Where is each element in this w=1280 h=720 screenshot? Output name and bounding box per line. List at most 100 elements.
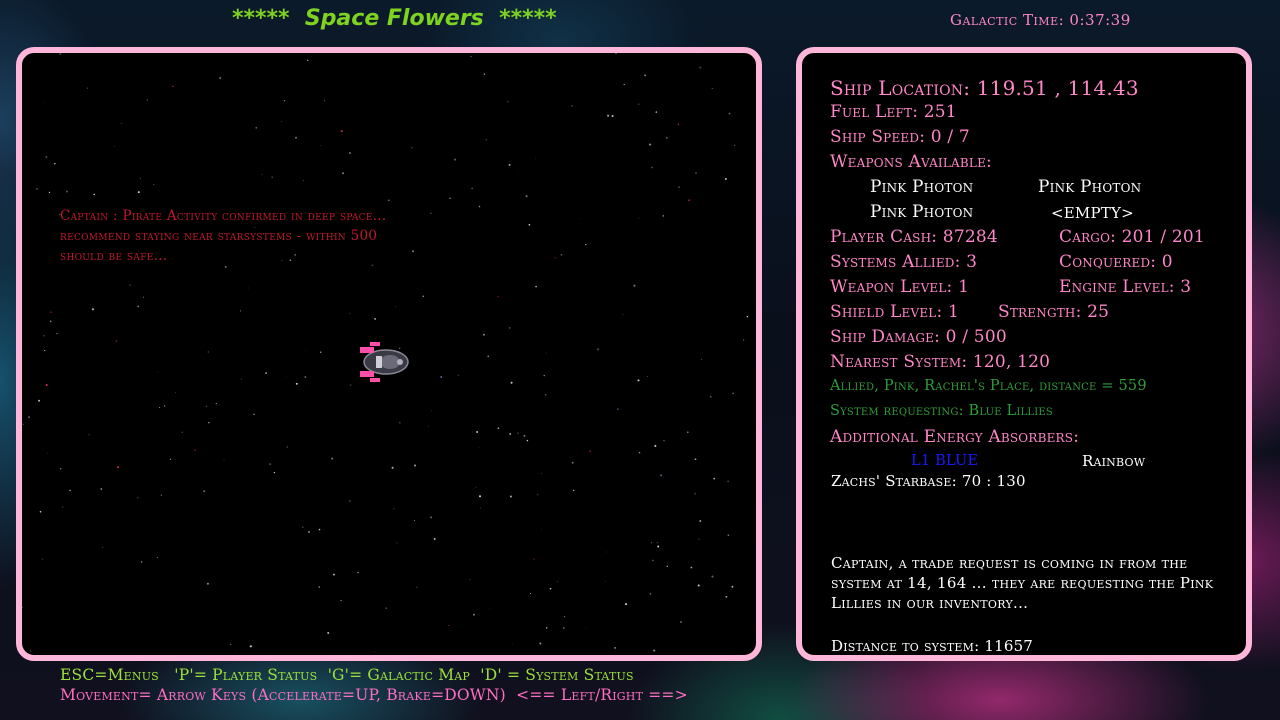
star — [146, 99, 148, 101]
star — [624, 603, 628, 606]
star — [374, 317, 377, 320]
nearest-system: Nearest System: 120, 120 — [830, 352, 1051, 372]
star — [349, 384, 352, 386]
star — [320, 351, 322, 353]
star — [700, 358, 702, 360]
star — [662, 215, 665, 217]
star — [253, 413, 255, 416]
star — [411, 146, 413, 149]
star — [396, 542, 398, 544]
star — [660, 474, 662, 477]
controls-help-line-2: Movement= Arrow Keys (Accelerate=UP, Bra… — [60, 686, 688, 704]
star — [38, 399, 41, 402]
star — [517, 173, 519, 175]
star — [286, 446, 288, 448]
star — [545, 627, 548, 629]
star — [690, 566, 693, 569]
star — [523, 434, 526, 437]
star — [413, 520, 415, 521]
star — [332, 573, 335, 576]
star — [615, 53, 617, 55]
star — [428, 425, 429, 427]
star — [585, 626, 587, 628]
star — [50, 311, 52, 313]
star — [528, 223, 531, 226]
star — [554, 256, 557, 259]
star — [544, 393, 547, 396]
star — [39, 510, 42, 513]
star — [497, 295, 499, 298]
star — [219, 77, 222, 79]
star — [655, 111, 658, 113]
star — [543, 374, 545, 377]
star — [638, 103, 640, 105]
star — [487, 355, 489, 358]
star — [60, 468, 62, 470]
star — [422, 295, 425, 298]
star — [711, 88, 713, 89]
star — [686, 431, 689, 434]
star — [374, 650, 376, 652]
star — [663, 440, 665, 442]
star — [307, 59, 309, 62]
star — [181, 431, 184, 434]
star — [430, 212, 432, 214]
star — [30, 650, 31, 652]
star — [614, 647, 616, 649]
distance-to-system: Distance to system: 11657 — [831, 637, 1034, 655]
star — [571, 105, 573, 107]
star — [249, 645, 252, 648]
star — [194, 449, 196, 451]
star — [727, 480, 729, 483]
star — [480, 507, 481, 509]
star — [509, 495, 512, 498]
star — [454, 158, 457, 161]
star — [746, 316, 749, 318]
star — [525, 195, 528, 198]
star — [331, 457, 334, 460]
star — [472, 613, 475, 616]
star — [160, 494, 163, 497]
star — [91, 308, 94, 311]
star — [157, 371, 159, 373]
star — [694, 492, 697, 495]
star — [697, 53, 699, 55]
star — [62, 506, 64, 508]
star — [45, 156, 48, 158]
star — [743, 339, 745, 341]
star — [478, 495, 482, 498]
star — [269, 463, 272, 466]
star — [475, 486, 477, 488]
star — [654, 444, 657, 448]
star — [280, 121, 282, 123]
star — [86, 87, 89, 89]
star — [140, 561, 143, 563]
star — [349, 500, 351, 502]
star — [224, 266, 227, 268]
weapon-slot-4: <EMPTY> — [1051, 204, 1134, 222]
star — [323, 100, 325, 102]
engine-level: Engine Level: 3 — [1059, 277, 1192, 297]
star — [560, 253, 563, 256]
star — [59, 53, 62, 55]
star — [302, 526, 304, 528]
player-ship — [360, 342, 409, 382]
star — [549, 587, 552, 590]
shield-strength: Strength: 25 — [998, 302, 1110, 322]
star — [541, 472, 542, 474]
space-view-panel[interactable]: Captain : Pirate Activity confirmed in d… — [16, 47, 762, 661]
star — [273, 471, 276, 474]
star — [56, 333, 58, 335]
star — [571, 461, 574, 464]
star — [223, 459, 225, 461]
star — [517, 432, 519, 434]
star — [470, 55, 472, 58]
star — [156, 556, 158, 558]
star — [657, 545, 660, 548]
star — [36, 188, 38, 190]
star — [129, 284, 131, 286]
star — [699, 520, 702, 522]
ship-status-panel: Ship Location: 119.51 , 114.43 Fuel Left… — [796, 47, 1252, 661]
star — [727, 534, 730, 537]
star — [169, 458, 171, 460]
